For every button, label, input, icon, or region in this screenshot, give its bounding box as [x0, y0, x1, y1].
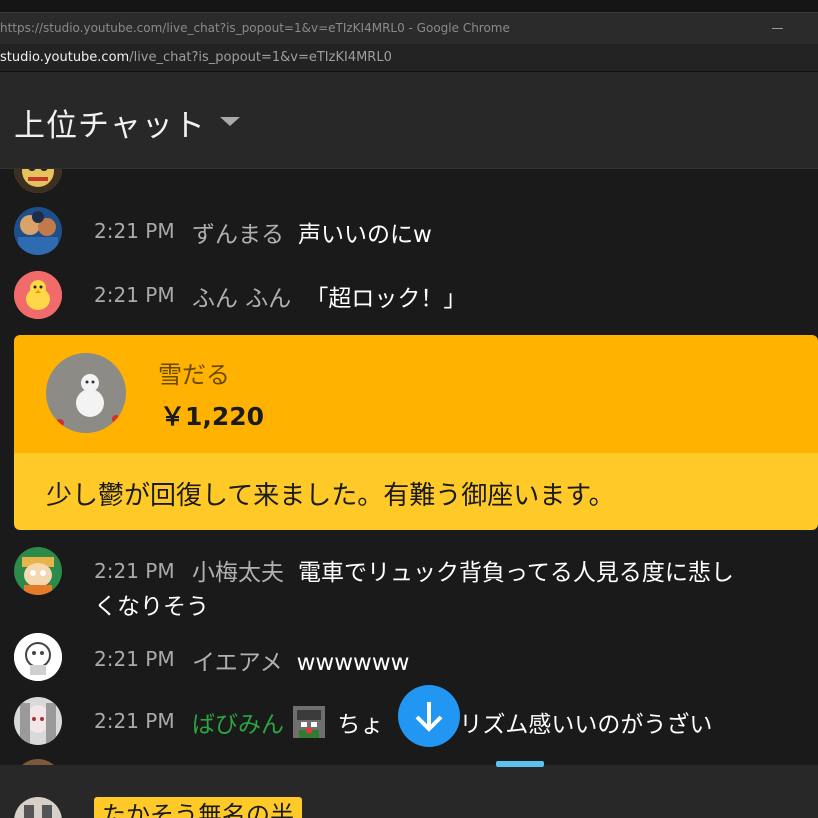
ticker-bar: たかそう無名の半 — [0, 761, 818, 818]
chat-message: 2:21 PM ふん ふん 「超ロック！」 — [0, 269, 818, 319]
chat-message: 2:21 PM 小梅太夫 電車でリュック背負ってる人見る度に悲し くなりそう — [0, 545, 818, 621]
super-chat-card[interactable]: 雪だる ￥1,220 少し鬱が回復して来ました。有難う御座います。 — [14, 335, 818, 530]
address-bar[interactable]: studio.youtube.com/live_chat?is_popout=1… — [0, 44, 818, 72]
message-text: 声いいのにw — [298, 222, 432, 248]
message-text-continued: くなりそう — [94, 594, 209, 620]
message-text: 電車でリュック背負ってる人見る度に悲し — [298, 560, 734, 586]
avatar[interactable] — [14, 271, 62, 319]
super-chat-header: 雪だる ￥1,220 — [14, 335, 818, 453]
chat-mode-title[interactable]: 上位チャット — [14, 100, 206, 145]
author-name-member[interactable]: ばびみん — [192, 712, 284, 738]
chat-header: 上位チャット — [0, 72, 818, 169]
avatar — [14, 169, 62, 193]
avatar[interactable] — [14, 207, 62, 255]
minimize-button[interactable] — [762, 13, 792, 45]
chat-list[interactable]: 2:21 PM 2:21 PM ずんまる声いいのにw 2:21 PM ふん ふん… — [0, 169, 818, 765]
timestamp: 2:21 PM — [94, 283, 175, 307]
message-text: 「超ロック！」 — [305, 286, 467, 312]
scroll-to-bottom-button[interactable] — [398, 685, 460, 747]
chat-message-partial: 2:21 PM — [0, 169, 818, 193]
timestamp: 2:21 PM — [94, 219, 175, 243]
url-text: studio.youtube.com/live_chat?is_popout=1… — [0, 50, 392, 65]
ticker-item[interactable]: たかそう無名の半 — [94, 797, 302, 818]
window-title: https://studio.youtube.com/live_chat?is_… — [0, 21, 510, 35]
chat-message: 2:21 PM イエアメ wwwwww — [0, 633, 818, 683]
url-host: studio.youtube.com — [0, 50, 130, 65]
arrow-down-icon — [415, 702, 443, 732]
badge-peek — [496, 761, 544, 767]
message-line: ふん ふん 「超ロック！」 — [192, 279, 466, 313]
chat-message: 2:21 PM ずんまる 声いいのにw — [0, 205, 818, 255]
super-chat-message: 少し鬱が回復して来ました。有難う御座います。 — [46, 481, 615, 511]
author-name[interactable]: ふん ふん — [192, 286, 291, 312]
window-titlebar: https://studio.youtube.com/live_chat?is_… — [0, 12, 818, 44]
url-path: /live_chat?is_popout=1&v=eTIzKI4MRL0 — [129, 50, 392, 65]
super-chat-avatar[interactable] — [46, 353, 126, 433]
message-line: イエアメ wwwwww — [192, 643, 410, 677]
message-text: wwwwww — [296, 650, 410, 676]
author-name[interactable]: ずんまる — [192, 222, 284, 248]
timestamp: 2:21 PM — [94, 647, 175, 671]
ticker-avatar[interactable] — [14, 797, 62, 818]
message-text-rest: リズム感いいのがうざい — [459, 712, 713, 738]
super-chat-amount: ￥1,220 — [160, 402, 265, 431]
dropdown-caret-icon[interactable] — [220, 117, 240, 126]
avatar[interactable] — [14, 547, 62, 595]
top-strip — [0, 0, 818, 12]
member-badge-icon — [293, 706, 326, 738]
timestamp: 2:21 PM — [94, 709, 175, 733]
author-name[interactable]: イエアメ — [192, 650, 283, 676]
message-line: 小梅太夫 電車でリュック背負ってる人見る度に悲し — [192, 553, 734, 587]
super-chat-author[interactable]: 雪だる — [158, 355, 230, 390]
avatar[interactable] — [14, 633, 62, 681]
avatar[interactable] — [14, 697, 62, 745]
author-name[interactable]: 小梅太夫 — [192, 560, 284, 586]
timestamp: 2:21 PM — [94, 559, 175, 583]
super-chat-body: 少し鬱が回復して来ました。有難う御座います。 — [14, 453, 818, 530]
message-line: ずんまる 声いいのにw — [192, 215, 432, 249]
message-text: ちょ — [337, 712, 384, 738]
